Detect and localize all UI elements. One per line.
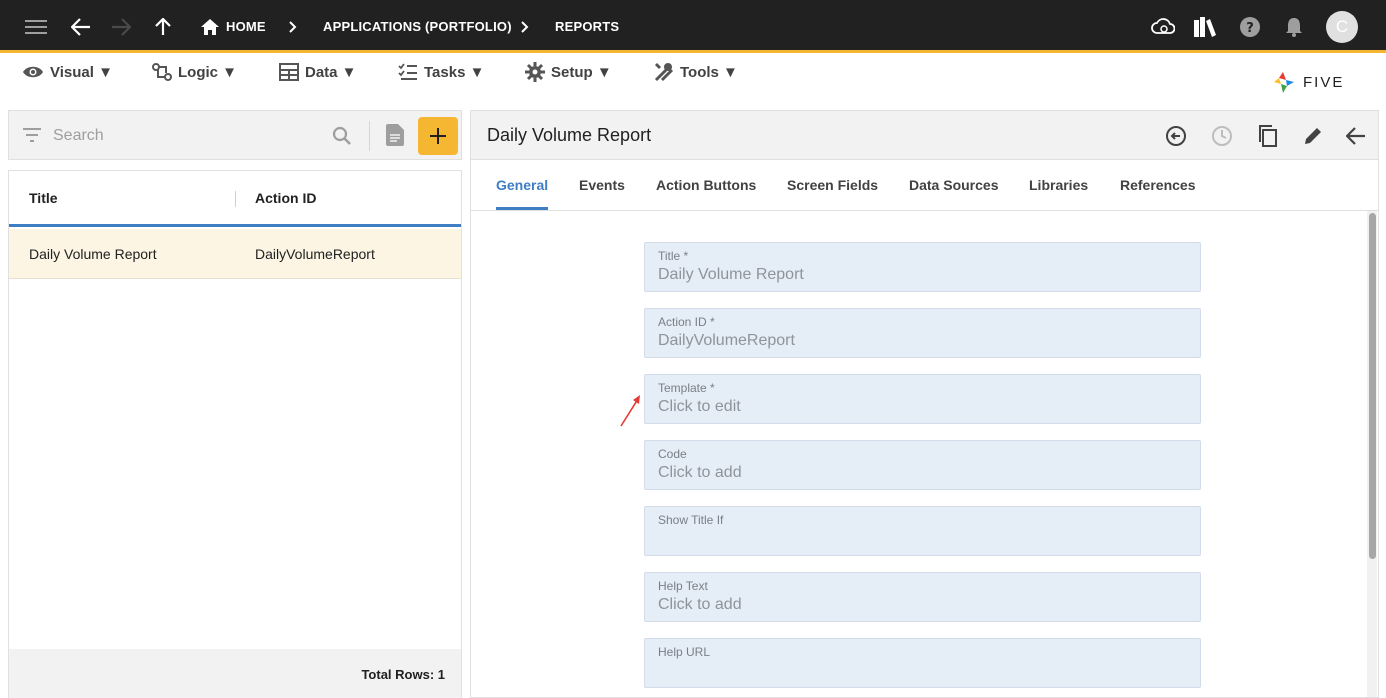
table-footer: Total Rows: 1 bbox=[9, 649, 461, 698]
cloud-icon[interactable] bbox=[1150, 0, 1176, 53]
table-row[interactable]: Daily Volume Report DailyVolumeReport bbox=[9, 229, 461, 279]
field-label: Title * bbox=[658, 249, 689, 263]
breadcrumb-home[interactable]: HOME bbox=[226, 0, 266, 53]
five-logo-icon bbox=[1274, 72, 1294, 93]
filter-icon[interactable] bbox=[23, 128, 41, 142]
back-arrow-icon[interactable] bbox=[68, 0, 94, 53]
menu-setup[interactable]: Setup ▼ bbox=[525, 61, 612, 83]
menu-icon[interactable] bbox=[22, 0, 50, 53]
plus-icon bbox=[430, 128, 446, 144]
menu-bar: Visual ▼ Logic ▼ Data ▼ Tasks ▼ Setup ▼ … bbox=[0, 53, 1386, 93]
close-back-icon[interactable] bbox=[1343, 123, 1369, 149]
code-field[interactable]: Code Click to add bbox=[644, 440, 1201, 490]
field-label: Template * bbox=[658, 381, 715, 395]
logic-icon bbox=[152, 63, 172, 81]
template-field[interactable]: Template * Click to edit bbox=[644, 374, 1201, 424]
field-value: DailyVolumeReport bbox=[658, 332, 795, 349]
field-value: Click to add bbox=[658, 596, 742, 613]
column-header-action-id[interactable]: Action ID bbox=[255, 190, 316, 206]
help-icon[interactable]: ? bbox=[1238, 0, 1262, 53]
annotation-arrow-icon bbox=[620, 395, 640, 427]
edit-icon[interactable] bbox=[1300, 123, 1326, 149]
library-icon[interactable] bbox=[1192, 0, 1218, 53]
total-rows: Total Rows: 1 bbox=[361, 667, 445, 682]
history-icon bbox=[1209, 123, 1235, 149]
chevron-right-icon bbox=[286, 0, 300, 53]
menu-data-label: Data ▼ bbox=[305, 63, 357, 81]
checklist-icon bbox=[398, 63, 417, 80]
gear-icon bbox=[525, 62, 545, 82]
breadcrumb-reports[interactable]: REPORTS bbox=[555, 0, 619, 53]
field-label: Code bbox=[658, 447, 687, 461]
table-header: Title Action ID bbox=[9, 171, 461, 227]
field-label: Help URL bbox=[658, 645, 711, 659]
copy-icon[interactable] bbox=[1255, 123, 1281, 149]
form-scrollbar[interactable] bbox=[1367, 211, 1377, 697]
menu-visual-label: Visual ▼ bbox=[50, 63, 113, 81]
field-label: Show Title If bbox=[658, 513, 724, 527]
field-label: Help Text bbox=[658, 579, 708, 593]
column-separator bbox=[235, 191, 236, 207]
home-icon[interactable] bbox=[199, 0, 221, 53]
top-bar: HOME APPLICATIONS (PORTFOLIO) REPORTS ? … bbox=[0, 0, 1386, 53]
field-value: Click to add bbox=[658, 464, 742, 481]
menu-tools-label: Tools ▼ bbox=[680, 63, 738, 81]
records-table: Title Action ID Daily Volume Report Dail… bbox=[8, 170, 462, 698]
menu-tasks[interactable]: Tasks ▼ bbox=[398, 61, 484, 83]
menu-visual[interactable]: Visual ▼ bbox=[22, 61, 113, 83]
list-panel: Search Title Action ID Daily Volume Repo… bbox=[8, 110, 462, 698]
document-icon[interactable] bbox=[386, 124, 404, 146]
search-icon[interactable] bbox=[332, 126, 352, 146]
menu-tools[interactable]: Tools ▼ bbox=[654, 61, 738, 83]
five-logo-text: FIVE bbox=[1303, 73, 1345, 91]
action-id-field[interactable]: Action ID * DailyVolumeReport bbox=[644, 308, 1201, 358]
detail-title: Daily Volume Report bbox=[487, 125, 652, 145]
tab-screen-fields[interactable]: Screen Fields bbox=[787, 177, 878, 193]
menu-setup-label: Setup ▼ bbox=[551, 63, 612, 81]
show-title-if-field[interactable]: Show Title If bbox=[644, 506, 1201, 556]
help-text-field[interactable]: Help Text Click to add bbox=[644, 572, 1201, 622]
tab-events[interactable]: Events bbox=[579, 177, 625, 193]
up-arrow-icon[interactable] bbox=[151, 0, 175, 53]
tab-general[interactable]: General bbox=[496, 177, 548, 193]
detail-tabs: General Events Action Buttons Screen Fie… bbox=[471, 161, 1378, 211]
svg-text:?: ? bbox=[1246, 21, 1254, 36]
breadcrumb-applications[interactable]: APPLICATIONS (PORTFOLIO) bbox=[323, 0, 512, 53]
search-bar: Search bbox=[8, 110, 462, 160]
active-tab-indicator bbox=[496, 207, 548, 210]
title-field[interactable]: Title * Daily Volume Report bbox=[644, 242, 1201, 292]
menu-logic[interactable]: Logic ▼ bbox=[152, 61, 237, 83]
cell-title: Daily Volume Report bbox=[29, 246, 157, 262]
menu-tasks-label: Tasks ▼ bbox=[424, 63, 485, 81]
chevron-right-icon bbox=[518, 0, 532, 53]
field-value: Daily Volume Report bbox=[658, 266, 804, 283]
menu-logic-label: Logic ▼ bbox=[178, 63, 238, 81]
field-value: Click to edit bbox=[658, 398, 741, 415]
general-form: Title * Daily Volume Report Action ID * … bbox=[471, 211, 1378, 697]
field-label: Action ID * bbox=[658, 315, 715, 329]
add-button[interactable] bbox=[418, 117, 458, 155]
tab-data-sources[interactable]: Data Sources bbox=[909, 177, 998, 193]
detail-header: Daily Volume Report bbox=[471, 111, 1378, 160]
restore-icon[interactable] bbox=[1163, 123, 1189, 149]
eye-icon bbox=[23, 66, 43, 78]
five-logo: FIVE bbox=[1273, 70, 1344, 94]
scrollbar-thumb[interactable] bbox=[1369, 213, 1376, 559]
tab-libraries[interactable]: Libraries bbox=[1029, 177, 1088, 193]
avatar[interactable]: C bbox=[1326, 11, 1358, 43]
tab-action-buttons[interactable]: Action Buttons bbox=[656, 177, 756, 193]
bell-icon[interactable] bbox=[1283, 0, 1305, 53]
table-icon bbox=[279, 63, 299, 81]
tab-references[interactable]: References bbox=[1120, 177, 1196, 193]
tools-icon bbox=[654, 62, 674, 82]
divider bbox=[369, 121, 370, 151]
menu-data[interactable]: Data ▼ bbox=[279, 61, 357, 83]
column-header-title[interactable]: Title bbox=[29, 190, 58, 206]
forward-arrow-icon bbox=[108, 0, 134, 53]
detail-panel: Daily Volume Report General Events Actio… bbox=[470, 110, 1379, 698]
help-url-field[interactable]: Help URL bbox=[644, 638, 1201, 688]
cell-action-id: DailyVolumeReport bbox=[255, 246, 375, 262]
search-input[interactable]: Search bbox=[53, 127, 104, 145]
